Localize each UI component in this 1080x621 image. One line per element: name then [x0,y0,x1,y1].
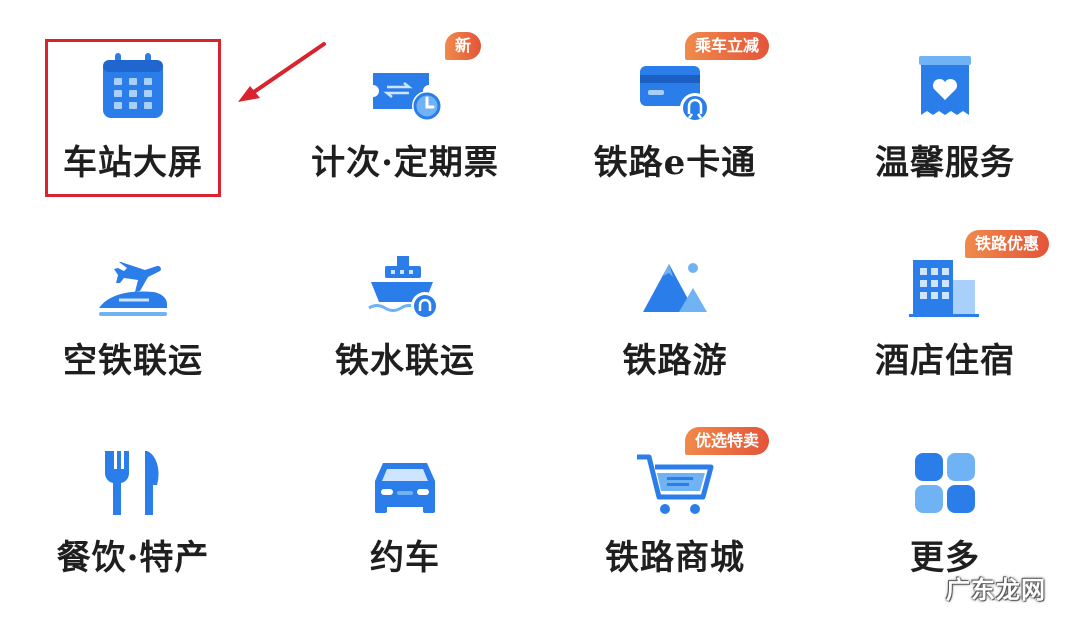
car-icon [365,443,445,523]
highlight-box [45,39,221,197]
tile-label: 铁路e卡通 [593,143,757,183]
tile-ride-hailing[interactable]: 约车 [275,395,535,578]
tile-hotel[interactable]: 铁路优惠 酒店住宿 [815,198,1075,381]
plane-train-icon [93,246,173,326]
ship-rail-icon [365,246,445,326]
tile-more[interactable]: 更多 [815,395,1075,578]
ticket-clock-icon [365,48,445,128]
grid-more-icon [905,443,985,523]
tile-label: 计次·定期票 [311,143,499,183]
pointer-arrow-icon [238,42,326,102]
tile-warm-service[interactable]: 温馨服务 [815,0,1075,183]
hotel-building-icon [905,246,985,326]
tile-air-rail[interactable]: 空铁联运 [3,198,263,381]
tile-railway-ecard[interactable]: 乘车立减 铁路e卡通 [545,0,805,183]
tile-label: 温馨服务 [875,143,1015,183]
tile-label: 铁水联运 [335,341,475,381]
tile-label: 空铁联运 [63,341,203,381]
discount-badge: 乘车立减 [685,32,770,60]
tile-railway-mall[interactable]: 优选特卖 铁路商城 [545,395,805,578]
mountain-icon [635,246,715,326]
featured-sale-badge: 优选特卖 [685,427,770,455]
railway-discount-badge: 铁路优惠 [965,230,1050,258]
railway-card-icon [635,48,715,128]
watermark: 广东龙网 [946,576,1046,604]
tile-dining[interactable]: 餐饮·特产 [3,395,263,578]
tile-railway-travel[interactable]: 铁路游 [545,198,805,381]
heart-bag-icon [905,48,985,128]
tile-label: 铁路游 [622,341,728,381]
tile-rail-water[interactable]: 铁水联运 [275,198,535,381]
tile-label: 铁路商城 [605,538,745,578]
tile-label: 约车 [370,538,440,578]
tile-label: 餐饮·特产 [56,538,210,578]
shopping-cart-icon [635,443,715,523]
fork-knife-icon [93,443,173,523]
tile-label: 酒店住宿 [875,341,1015,381]
new-badge: 新 [445,32,482,60]
